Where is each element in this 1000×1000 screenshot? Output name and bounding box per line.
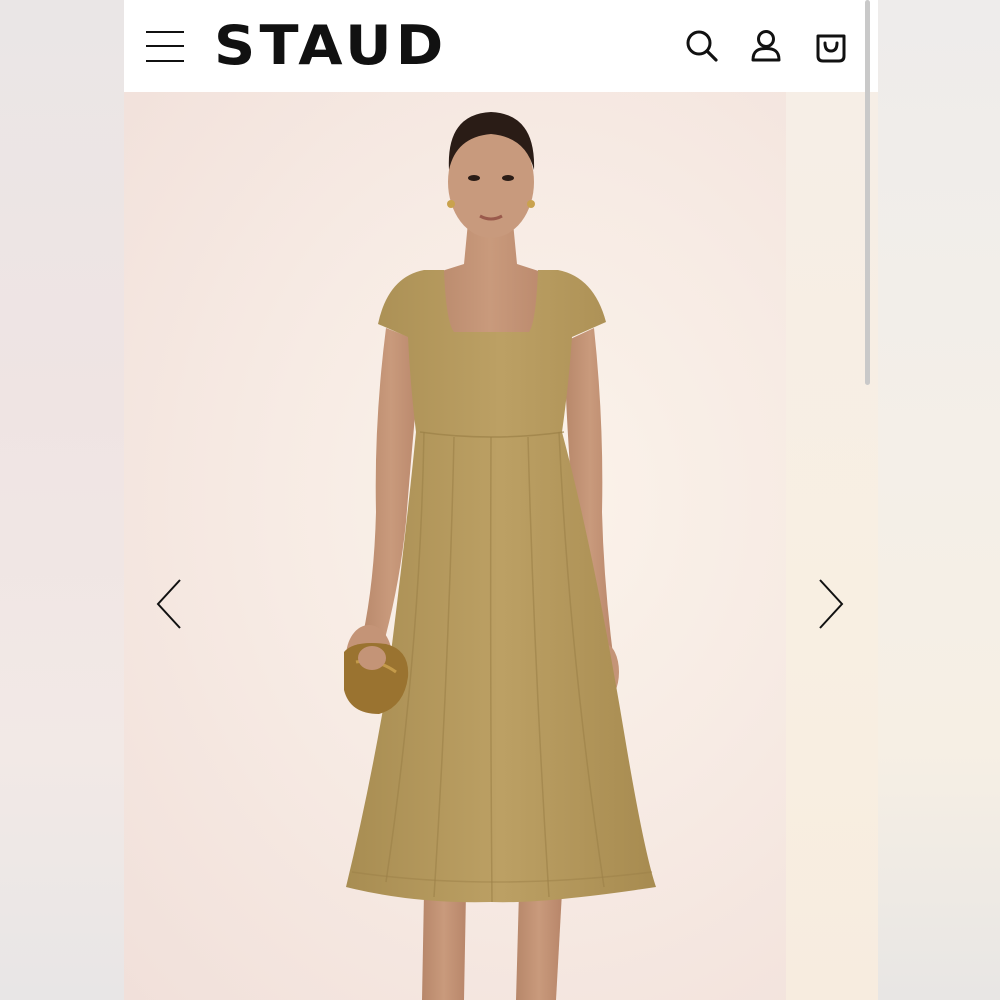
site-header: STAUD — [124, 0, 878, 92]
model-leg-right — [516, 892, 562, 1000]
backdrop-right — [878, 0, 1000, 1000]
shopping-bag-icon[interactable] — [813, 28, 849, 64]
chevron-right-icon[interactable] — [816, 578, 846, 630]
account-icon[interactable] — [748, 28, 784, 64]
brand-logo[interactable]: STAUD — [214, 14, 448, 77]
scrollbar[interactable] — [865, 0, 870, 385]
chevron-left-icon[interactable] — [154, 578, 184, 630]
mobile-page: STAUD — [124, 0, 878, 1000]
menu-icon[interactable] — [146, 29, 184, 63]
product-image-carousel[interactable] — [124, 92, 878, 1000]
product-photo — [344, 112, 656, 1000]
model-leg-left — [422, 892, 466, 1000]
search-icon[interactable] — [684, 28, 720, 64]
backdrop-left — [0, 0, 124, 1000]
